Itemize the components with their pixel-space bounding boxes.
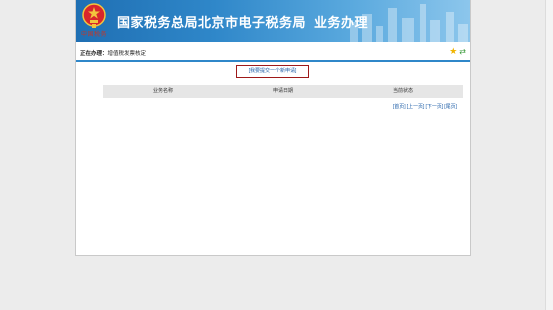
next-page-link[interactable]: [下一页] xyxy=(425,103,443,110)
current-business-label: 正在办理：增值税发票核定 xyxy=(80,49,146,57)
header-banner: 中国税务 国家税务总局北京市电子税务局 业务办理 xyxy=(76,0,470,42)
national-emblem-icon xyxy=(82,3,106,28)
toolbar-icons: ★ ⇄ xyxy=(449,47,466,56)
column-header-apply-date: 申请日期 xyxy=(272,88,293,94)
emblem-caption: 中国税务 xyxy=(81,31,108,38)
pagination: [首页] [上一页] [下一页] [尾页] xyxy=(393,103,457,110)
first-page-link[interactable]: [首页] xyxy=(393,103,406,110)
current-prefix: 正在办理： xyxy=(80,51,108,57)
refresh-icon[interactable]: ⇄ xyxy=(459,47,466,56)
site-subtitle: 业务办理 xyxy=(314,15,369,30)
site-title: 国家税务总局北京市电子税务局 xyxy=(117,15,307,30)
column-header-business-name: 业务名称 xyxy=(152,88,173,94)
page-title: 国家税务总局北京市电子税务局 业务办理 xyxy=(117,12,368,31)
current-business-bar: 正在办理：增值税发票核定 ★ ⇄ xyxy=(76,42,470,62)
main-panel: 中国税务 国家税务总局北京市电子税务局 业务办理 正在办理：增值税发票核定 ★ ⇄ xyxy=(75,0,471,256)
new-application-link[interactable]: [我要提交一个新申请] xyxy=(236,65,309,78)
prev-page-link[interactable]: [上一页] xyxy=(407,103,425,110)
current-business-name: 增值税发票核定 xyxy=(107,51,147,57)
column-header-status: 当前状态 xyxy=(392,88,413,94)
last-page-link[interactable]: [尾页] xyxy=(444,103,457,110)
vertical-scrollbar[interactable] xyxy=(545,0,553,310)
table-header: 业务名称 申请日期 当前状态 xyxy=(103,85,463,98)
star-icon[interactable]: ★ xyxy=(449,47,457,56)
